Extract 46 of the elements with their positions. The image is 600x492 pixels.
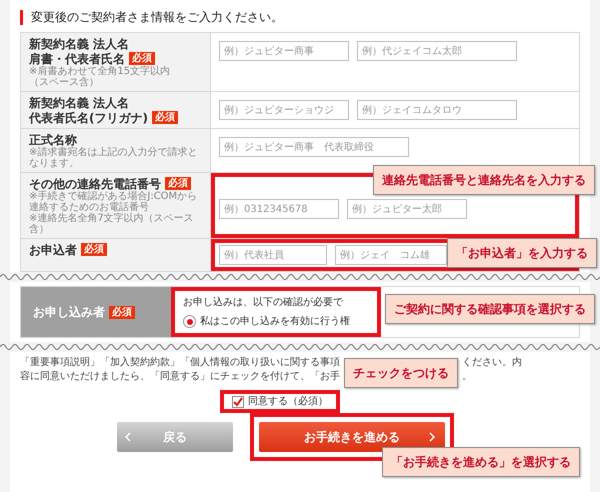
agreement-text: ください。内 — [462, 356, 522, 370]
field-label: 正式名称 — [29, 133, 77, 147]
field-label: 肩書・代表者氏名 — [29, 52, 125, 66]
checkbox[interactable] — [232, 396, 244, 408]
field-note: ※手続きで確認がある場合J:COMから連絡するためのお電話番号 — [29, 191, 198, 213]
confirmation-text: お申し込みは、以下の確認が必要で — [183, 296, 344, 310]
callout: チェックをつける — [344, 358, 458, 388]
callout: 「お手続きを進める」を選択する — [382, 447, 580, 477]
proceed-button[interactable]: お手続きを進める — [259, 422, 445, 452]
text-field[interactable]: 例）ジュピター商事 — [219, 41, 349, 61]
required-badge: 必須 — [165, 177, 191, 190]
text-field[interactable]: 例）ジュピター太郎 — [347, 199, 467, 219]
text-field[interactable]: 例）代表社員 — [219, 245, 327, 265]
chevron-left-icon — [125, 432, 131, 442]
field-label: お申込者 — [29, 243, 77, 257]
callout: ご契約に関する確認事項を選択する — [385, 294, 595, 324]
radio-button[interactable] — [183, 315, 196, 328]
field-note: ※連絡先名全角7文字以内（スペース含） — [29, 213, 195, 235]
text-field[interactable]: 例）ジェイ コム雄 — [335, 245, 447, 265]
required-badge: 必須 — [152, 111, 178, 124]
field-label: 新契約名義 法人名 — [29, 96, 130, 110]
field-note: ※肩書あわせて全角15文字以内 — [29, 66, 172, 77]
required-badge: 必須 — [129, 52, 155, 66]
chevron-right-icon — [429, 432, 435, 442]
callout: 「お申込者」を入力する — [447, 238, 597, 268]
text-field[interactable]: 例）ジュピターショウジ — [219, 100, 349, 120]
text-field[interactable]: 例）代ジェイコム太郎 — [357, 41, 517, 61]
text-field[interactable]: 例）ジェイコムタロウ — [357, 100, 517, 120]
field-label: その他の連絡先電話番号 — [29, 177, 161, 191]
agreement-text: 「重要事項説明」「加入契約約款」「個人情報の取り扱いに関する事項 — [20, 356, 340, 370]
radio-label: 私はこの申し込みを有効に行う権 — [200, 314, 350, 329]
field-label: 新契約名義 法人名 — [29, 37, 130, 51]
callout: 連絡先電話番号と連絡先名を入力する — [373, 165, 595, 195]
section-heading: 変更後のご契約者さま情報をご入力ください。 — [31, 9, 283, 26]
field-label: 代表者氏名(フリガナ) — [29, 111, 148, 125]
agreement-text: 。 — [462, 370, 473, 384]
agreement-text: 容に同意いただけましたら、「同意する」にチェックを付けて、「お手 — [20, 370, 340, 384]
required-badge: 必須 — [109, 306, 135, 318]
text-field[interactable]: 例）ジュピター商事 代表取締役 — [219, 137, 409, 157]
checkbox-label: 同意する（必須） — [248, 394, 328, 409]
field-label: お申し込み者 — [33, 304, 105, 321]
heading-marker — [20, 10, 23, 24]
required-badge: 必須 — [81, 243, 107, 256]
text-field[interactable]: 例）0312345678 — [219, 199, 339, 219]
field-note: （スペース含） — [29, 77, 100, 88]
field-note: ※請求書宛名は上記の入力分で請求となります。 — [29, 147, 198, 169]
